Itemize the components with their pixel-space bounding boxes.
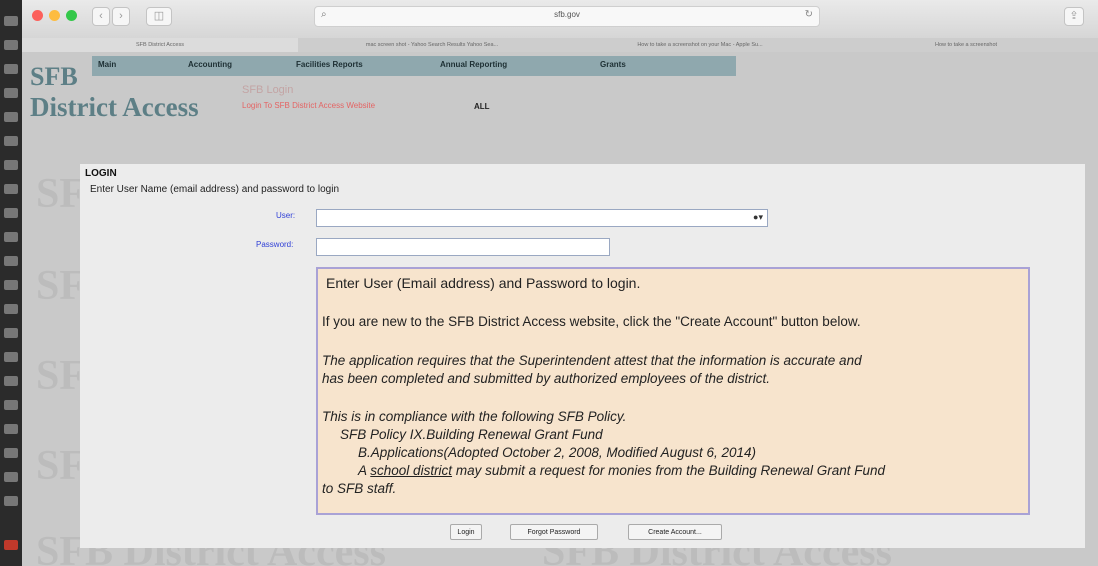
tool-icon[interactable]	[4, 280, 18, 290]
menu-item-accounting[interactable]: Accounting	[188, 60, 232, 69]
login-button[interactable]: Login	[450, 524, 482, 540]
tool-icon[interactable]	[4, 112, 18, 122]
tab-apple-support[interactable]: How to take a screenshot on your Mac - A…	[566, 38, 835, 52]
site-logo-sfb: SFB	[30, 62, 78, 91]
browser-toolbar: ‹ › ◫ ⌕ sfb.gov ↻ ⇪	[22, 0, 1098, 39]
reload-icon[interactable]: ↻	[805, 9, 813, 20]
forgot-password-button[interactable]: Forgot Password	[510, 524, 598, 540]
user-field[interactable]: ●▾	[316, 209, 768, 227]
markup-toolbar	[0, 0, 22, 566]
info-paragraph: SFB Policy IX.Building Renewal Grant Fun…	[340, 427, 603, 442]
tool-icon[interactable]	[4, 376, 18, 386]
tool-icon[interactable]	[4, 232, 18, 242]
login-heading: LOGIN	[85, 168, 117, 179]
password-field[interactable]	[316, 238, 610, 256]
forward-button[interactable]: ›	[112, 7, 130, 26]
page-title: SFB Login	[242, 84, 294, 96]
info-paragraph: B.Applications(Adopted October 2, 2008, …	[358, 445, 756, 460]
info-paragraph: This is in compliance with the following…	[322, 409, 627, 424]
tool-icon[interactable]	[4, 424, 18, 434]
login-instruction: Enter User Name (email address) and pass…	[90, 184, 339, 195]
login-info-box: Enter User (Email address) and Password …	[316, 267, 1030, 515]
tool-icon[interactable]	[4, 160, 18, 170]
tool-icon[interactable]	[4, 184, 18, 194]
tab-screenshot-howto[interactable]: How to take a screenshot	[834, 38, 1098, 52]
share-button[interactable]: ⇪	[1064, 7, 1084, 26]
info-paragraph: The application requires that the Superi…	[322, 353, 862, 368]
info-text: A	[358, 463, 367, 478]
back-button[interactable]: ‹	[92, 7, 110, 26]
menu-item-grants[interactable]: Grants	[600, 60, 626, 69]
autofill-dropdown-icon[interactable]: ●▾	[753, 212, 763, 223]
tab-sfb-district-access[interactable]: SFB District Access	[22, 38, 299, 52]
tool-icon[interactable]	[4, 40, 18, 50]
address-bar[interactable]: ⌕ sfb.gov ↻	[314, 6, 820, 27]
tool-icon[interactable]	[4, 256, 18, 266]
url-text: sfb.gov	[554, 10, 580, 19]
main-menu: Main Accounting Facilities Reports Annua…	[92, 56, 736, 76]
tab-yahoo-search[interactable]: mac screen shot - Yahoo Search Results Y…	[298, 38, 567, 52]
menu-item-facilities-reports[interactable]: Facilities Reports	[296, 60, 363, 69]
tool-icon[interactable]	[4, 208, 18, 218]
info-paragraph: A school district may submit a request f…	[358, 463, 885, 478]
close-window-icon[interactable]	[32, 10, 43, 21]
school-district-link[interactable]: school district	[370, 463, 452, 478]
password-label: Password:	[256, 240, 294, 249]
user-label: User:	[276, 211, 296, 220]
tool-icon[interactable]	[4, 328, 18, 338]
info-paragraph: If you are new to the SFB District Acces…	[322, 314, 861, 329]
tool-icon[interactable]	[4, 16, 18, 26]
menu-item-main[interactable]: Main	[98, 60, 116, 69]
info-paragraph: Enter User (Email address) and Password …	[326, 275, 641, 291]
minimize-window-icon[interactable]	[49, 10, 60, 21]
zoom-window-icon[interactable]	[66, 10, 77, 21]
color-swatch-icon[interactable]	[4, 540, 18, 550]
tool-icon[interactable]	[4, 352, 18, 362]
tool-icon[interactable]	[4, 64, 18, 74]
menu-item-annual-reporting[interactable]: Annual Reporting	[440, 60, 507, 69]
tool-icon[interactable]	[4, 400, 18, 410]
tool-icon[interactable]	[4, 448, 18, 458]
page-content: SFB District Access SFB District Access …	[22, 52, 1098, 566]
info-paragraph: has been completed and submitted by auth…	[322, 371, 771, 386]
tool-icon[interactable]	[4, 496, 18, 506]
tool-icon[interactable]	[4, 304, 18, 314]
create-account-button[interactable]: Create Account...	[628, 524, 722, 540]
site-logo-district-access: District Access	[30, 92, 199, 122]
info-text: may submit a request for monies from the…	[455, 463, 886, 478]
tool-icon[interactable]	[4, 136, 18, 146]
scope-label: ALL	[474, 102, 490, 111]
tool-icon[interactable]	[4, 88, 18, 98]
info-paragraph: to SFB staff.	[322, 481, 397, 496]
sidebar-toggle-button[interactable]: ◫	[146, 7, 172, 26]
login-panel: LOGIN Enter User Name (email address) an…	[80, 164, 1085, 548]
tool-icon[interactable]	[4, 472, 18, 482]
login-page-link[interactable]: Login To SFB District Access Website	[242, 101, 375, 110]
